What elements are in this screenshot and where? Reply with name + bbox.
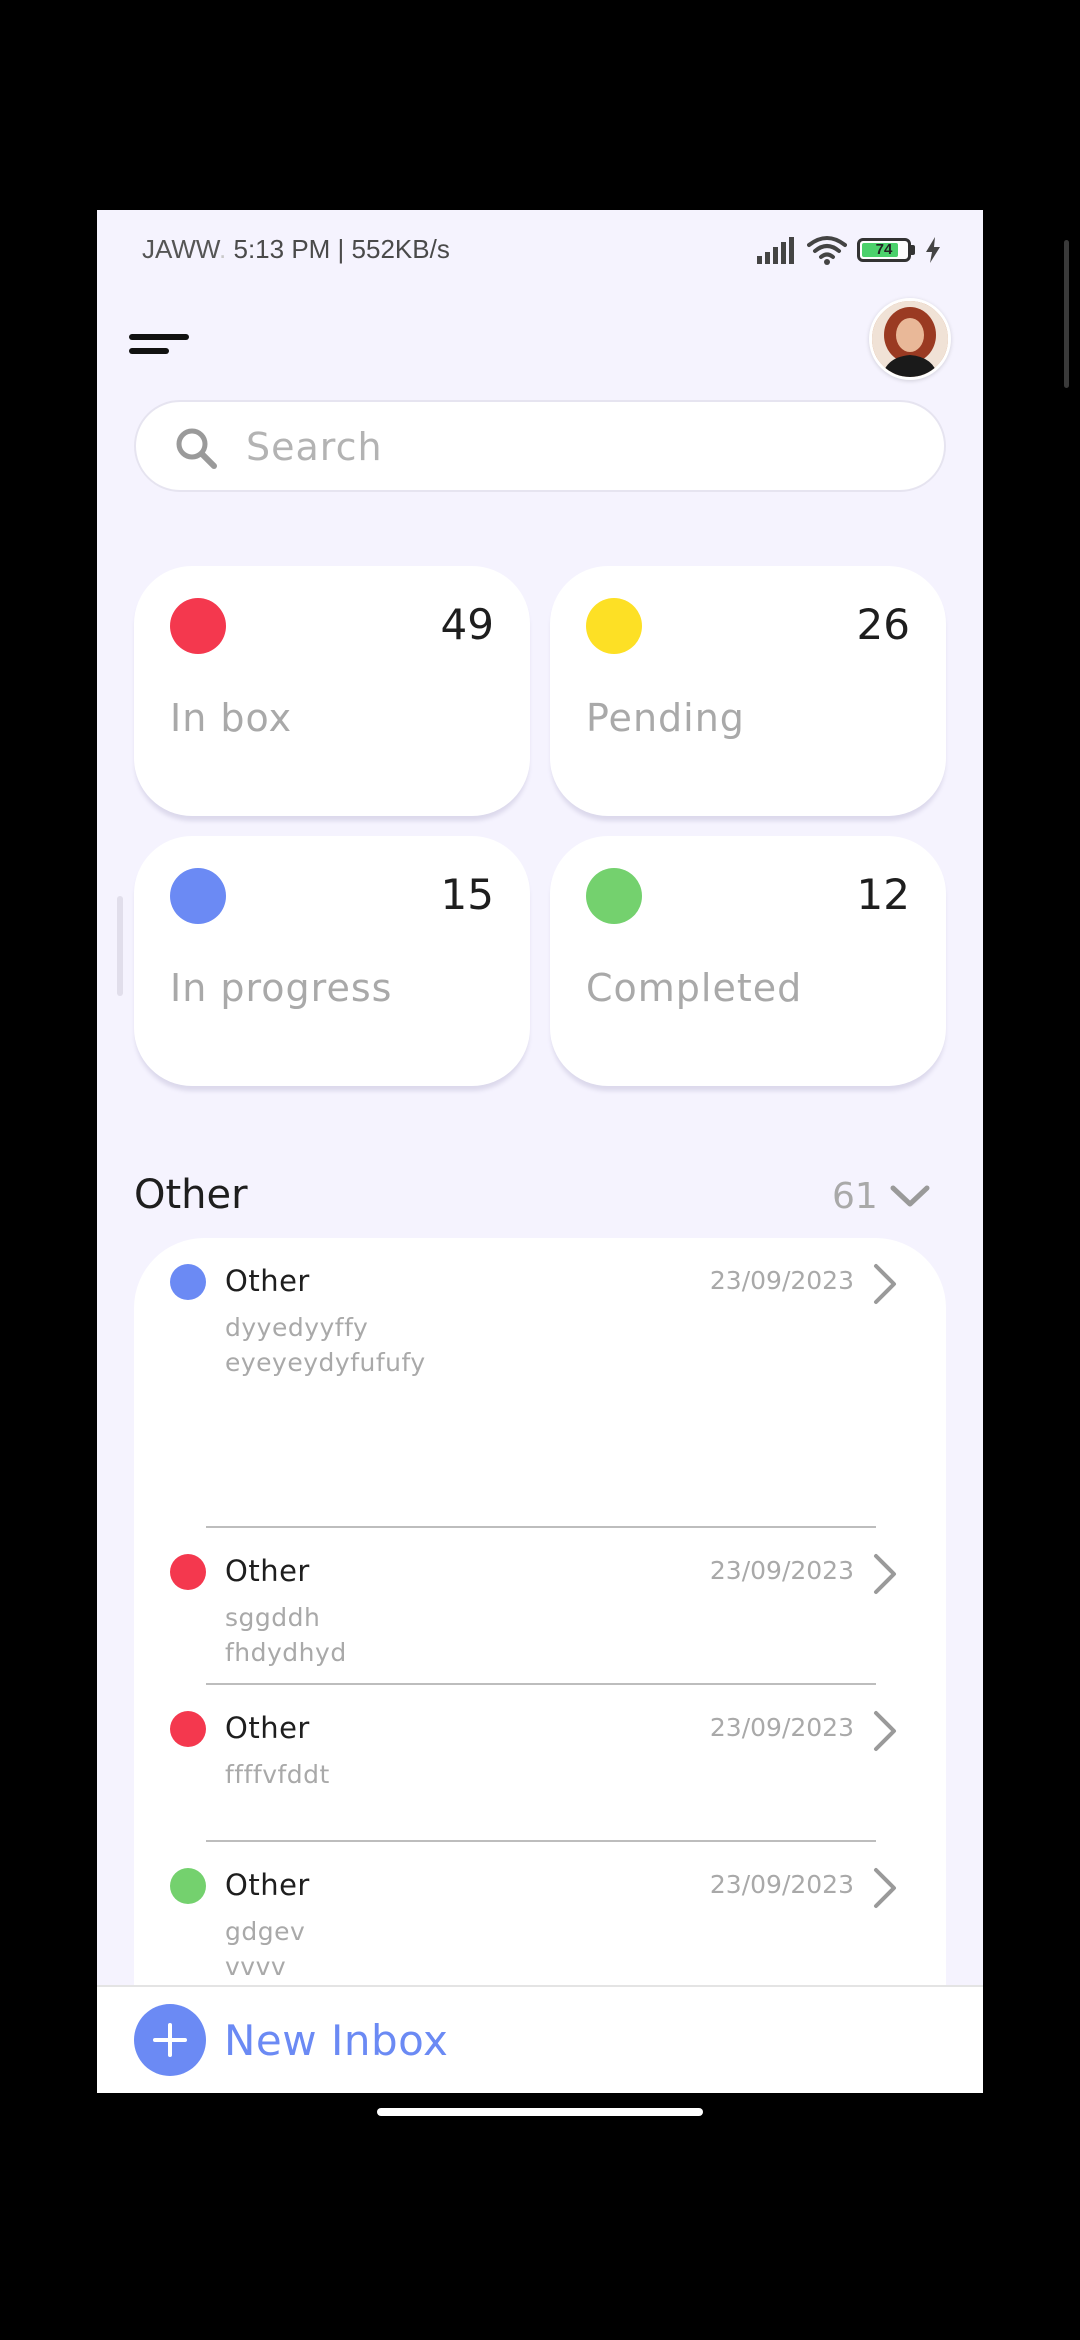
- chevron-down-icon[interactable]: [887, 1178, 933, 1218]
- card-label: Pending: [586, 696, 745, 740]
- list-item[interactable]: Other 23/09/2023 ffffvfddt: [134, 1685, 946, 1840]
- item-title: Other: [225, 1711, 310, 1745]
- chevron-right-icon[interactable]: [870, 1552, 900, 1596]
- battery-icon: 74: [857, 238, 911, 262]
- item-title: Other: [225, 1264, 310, 1298]
- status-dot: [586, 598, 642, 654]
- card-completed[interactable]: 12 Completed: [550, 836, 946, 1086]
- new-inbox-button[interactable]: New Inbox: [134, 2003, 448, 2077]
- scrollbar[interactable]: [1064, 240, 1069, 388]
- item-description: dyyedyyffy eyeyeydyfufufy: [225, 1313, 426, 1377]
- charging-icon: [926, 237, 940, 263]
- item-date: 23/09/2023: [709, 1713, 854, 1742]
- item-description: ffffvfddt: [225, 1760, 330, 1789]
- chevron-right-icon[interactable]: [870, 1866, 900, 1910]
- card-label: Completed: [586, 966, 803, 1010]
- battery-level: 74: [875, 241, 893, 258]
- avatar-photo: [872, 301, 948, 377]
- new-inbox-label: New Inbox: [224, 2015, 449, 2065]
- item-description: sggddh fhdydhyd: [225, 1603, 347, 1667]
- side-handle[interactable]: [117, 896, 123, 996]
- plus-icon: [134, 2004, 206, 2076]
- status-left: JAWW. 5:13 PM | 552KB/s: [142, 234, 450, 265]
- search-icon: [176, 428, 217, 469]
- card-in-box[interactable]: 49 In box: [134, 566, 530, 816]
- card-label: In progress: [170, 966, 393, 1010]
- status-dot: [170, 1264, 206, 1300]
- card-count: 12: [856, 870, 910, 919]
- time-and-speed: 5:13 PM | 552KB/s: [233, 234, 450, 264]
- status-dot: [170, 1554, 206, 1590]
- list-item[interactable]: Other 23/09/2023 sggddh fhdydhyd: [134, 1528, 946, 1683]
- list-item[interactable]: Other 23/09/2023 dyyedyyffy eyeyeydyfufu…: [134, 1238, 946, 1518]
- status-bar: JAWW. 5:13 PM | 552KB/s 74: [97, 210, 983, 290]
- section-title: Other: [134, 1172, 248, 1218]
- status-dot: [170, 1711, 206, 1747]
- card-pending[interactable]: 26 Pending: [550, 566, 946, 816]
- card-label: In box: [170, 696, 293, 740]
- item-description: gdgev vvvv: [225, 1917, 306, 1981]
- user-avatar[interactable]: [869, 298, 951, 380]
- battery-nub: [911, 245, 915, 255]
- wifi-icon: [807, 236, 847, 265]
- status-dot: [170, 1868, 206, 1904]
- card-count: 49: [440, 600, 494, 649]
- list-item[interactable]: Other 23/09/2023 gdgev vvvv: [134, 1842, 946, 1997]
- chevron-right-icon[interactable]: [870, 1262, 900, 1306]
- status-dot: [586, 868, 642, 924]
- section-count: 61: [832, 1176, 878, 1217]
- carrier-name: JAWW: [142, 234, 220, 264]
- signal-icon: [757, 237, 794, 264]
- status-dot: [170, 868, 226, 924]
- card-in-progress[interactable]: 15 In progress: [134, 836, 530, 1086]
- bottom-bar: New Inbox: [97, 1985, 983, 2093]
- item-date: 23/09/2023: [709, 1870, 854, 1899]
- item-date: 23/09/2023: [709, 1266, 854, 1295]
- search-bar[interactable]: [134, 400, 946, 492]
- item-date: 23/09/2023: [709, 1556, 854, 1585]
- app-screen: JAWW. 5:13 PM | 552KB/s 74 Search 49 In …: [97, 210, 983, 2093]
- home-indicator[interactable]: [377, 2108, 703, 2116]
- card-count: 26: [856, 600, 910, 649]
- item-title: Other: [225, 1554, 310, 1588]
- search-input[interactable]: [244, 416, 898, 478]
- inbox-list: Other 23/09/2023 dyyedyyffy eyeyeydyfufu…: [134, 1238, 946, 2093]
- carrier-fade: .: [219, 234, 227, 264]
- item-title: Other: [225, 1868, 310, 1902]
- card-count: 15: [440, 870, 494, 919]
- menu-icon[interactable]: [129, 322, 193, 362]
- status-icons: 74: [755, 234, 941, 266]
- chevron-right-icon[interactable]: [870, 1709, 900, 1753]
- status-dot: [170, 598, 226, 654]
